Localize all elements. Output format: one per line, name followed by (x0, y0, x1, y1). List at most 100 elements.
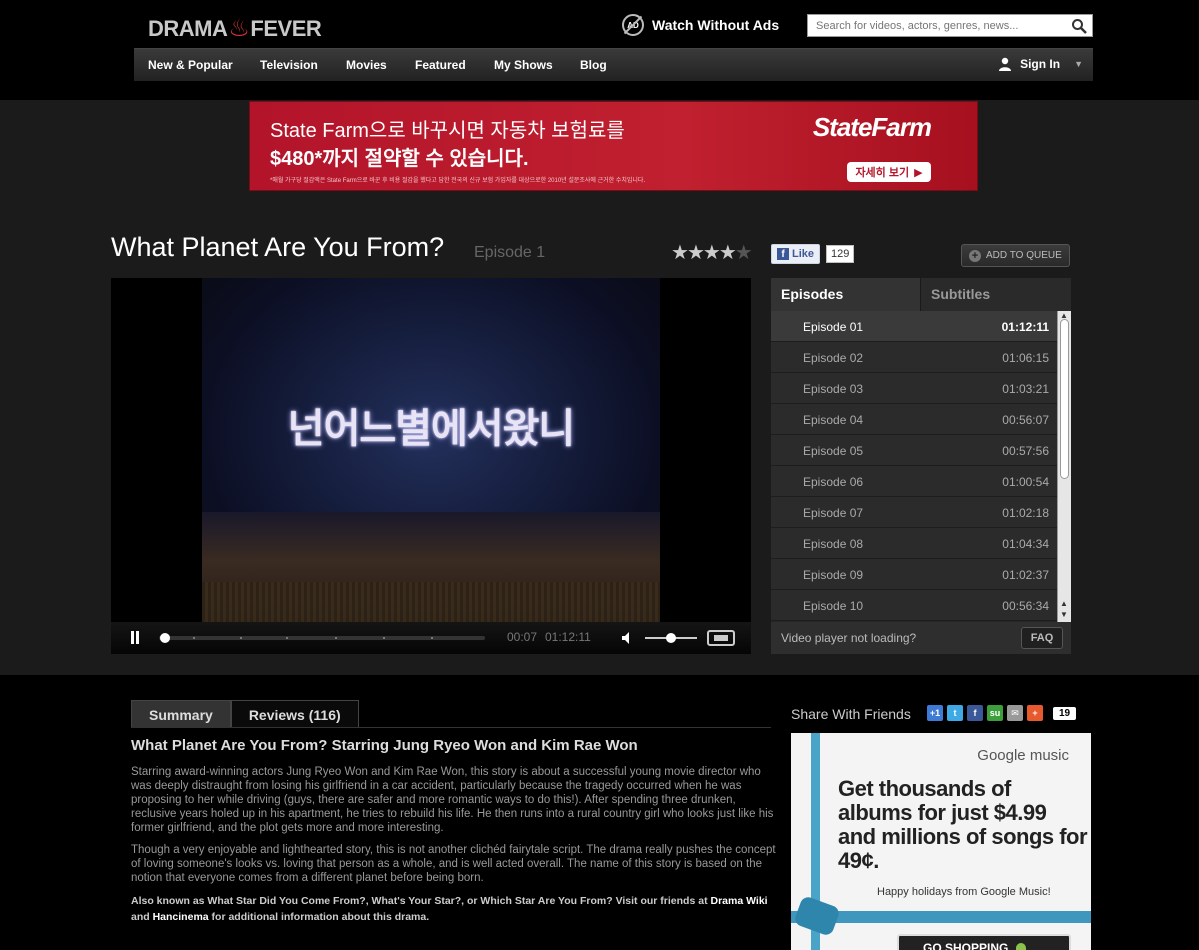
episode-row[interactable]: Episode 05 00:57:56 (771, 435, 1057, 466)
seek-handle[interactable] (159, 633, 170, 643)
volume-icon[interactable] (621, 631, 635, 645)
volume-handle[interactable] (666, 633, 676, 643)
ad-cta-label: 자세히 보기 (855, 167, 910, 179)
nav-television[interactable]: Television (260, 58, 318, 72)
scroll-up-icon[interactable]: ▲ (1060, 599, 1068, 608)
scroll-down-icon[interactable]: ▼ (1060, 610, 1068, 619)
episode-name: Episode 05 (803, 444, 864, 458)
panel-footer: Video player not loading? FAQ (771, 622, 1071, 654)
seek-bar[interactable] (159, 633, 485, 643)
nav-movies[interactable]: Movies (346, 58, 387, 72)
episode-row[interactable]: Episode 08 01:04:34 (771, 528, 1057, 559)
episode-label: Episode 1 (474, 244, 546, 261)
star-icon[interactable]: ★ (671, 242, 689, 264)
episode-row[interactable]: Episode 10 00:56:34 (771, 590, 1057, 621)
watch-without-ads-link[interactable]: AD Watch Without Ads (622, 14, 779, 36)
state-farm-logo: StateFarm (812, 112, 932, 142)
add-to-queue-label: ADD TO QUEUE (986, 250, 1062, 261)
video-title-card: 넌어느별에서왔니 (287, 407, 575, 451)
search-input[interactable] (808, 15, 1063, 36)
total-time: 01:12:11 (545, 630, 591, 644)
logo-text-right: FEVER (250, 16, 322, 41)
episode-row[interactable]: Episode 09 01:02:37 (771, 559, 1057, 590)
aka-and: and (131, 911, 150, 923)
chapter-mark (431, 637, 433, 639)
volume-slider[interactable] (645, 633, 697, 643)
summary-tabs: Summary Reviews (116) (131, 700, 359, 728)
star-icon[interactable]: ★ (687, 242, 705, 264)
facebook-icon: f (777, 248, 789, 260)
ad-learn-more-button[interactable]: 자세히 보기 ▶ (847, 162, 931, 182)
facebook-icon[interactable]: f (967, 705, 983, 721)
episode-list: Episode 01 01:12:11 Episode 02 01:06:15 Epis… (771, 311, 1057, 622)
star-icon[interactable]: ★ (719, 242, 737, 264)
star-icon[interactable]: ★ (735, 242, 753, 264)
current-time: 00:07 (507, 630, 538, 644)
show-title: What Planet Are You From? (111, 232, 445, 262)
google-music-ad[interactable]: Google music Get thousands of albums for… (791, 733, 1091, 950)
divider (131, 727, 771, 728)
sign-in-menu[interactable]: Sign In ▼ (998, 57, 1083, 71)
episode-duration: 01:04:34 (1002, 537, 1049, 551)
twitter-icon[interactable]: t (947, 705, 963, 721)
video-player[interactable]: 넌어느별에서왔니 (111, 278, 751, 622)
share-icons: +1 t f su ✉ +19 (927, 705, 1077, 721)
state-farm-ad[interactable]: State Farm으로 바꾸시면 자동차 보험료를 $480*까지 절약할 수… (249, 101, 978, 191)
episode-row[interactable]: Episode 06 01:00:54 (771, 466, 1057, 497)
faq-button[interactable]: FAQ (1021, 627, 1063, 649)
stumbleupon-icon[interactable]: su (987, 705, 1003, 721)
addthis-icon[interactable]: + (1027, 705, 1043, 721)
episode-name: Episode 09 (803, 568, 864, 582)
tab-summary[interactable]: Summary (131, 700, 231, 728)
nav-featured[interactable]: Featured (415, 58, 466, 72)
episode-row[interactable]: Episode 01 01:12:11 (771, 311, 1057, 342)
fullscreen-icon[interactable] (707, 630, 735, 646)
nav-my-shows[interactable]: My Shows (494, 58, 553, 72)
search-icon[interactable] (1071, 18, 1087, 34)
drama-wiki-link[interactable]: Drama Wiki (711, 895, 768, 907)
google-music-logo: Google music (977, 747, 1069, 764)
add-to-queue-button[interactable]: + ADD TO QUEUE (961, 244, 1070, 267)
tab-episodes[interactable]: Episodes (771, 278, 921, 311)
episode-row[interactable]: Episode 07 01:02:18 (771, 497, 1057, 528)
pause-icon[interactable] (130, 631, 140, 644)
aka-post: for additional information about this dr… (211, 911, 430, 923)
star-icon[interactable]: ★ (703, 242, 721, 264)
email-icon[interactable]: ✉ (1007, 705, 1023, 721)
nav-blog[interactable]: Blog (580, 58, 607, 72)
ad-headline-2: $480*까지 절약할 수 있습니다. (270, 148, 529, 170)
episode-duration: 00:56:34 (1002, 599, 1049, 613)
star-rating[interactable]: ★★★★★ (671, 240, 753, 265)
logo-text-left: DRAMA (148, 16, 228, 41)
episode-row[interactable]: Episode 04 00:56:07 (771, 404, 1057, 435)
player-not-loading-text: Video player not loading? (781, 631, 917, 645)
episodes-panel: Episodes Subtitles Episode 01 01:12:11 Epi… (771, 278, 1071, 654)
episode-name: Episode 02 (803, 351, 864, 365)
dramafever-logo[interactable]: DRAMA♨FEVER (148, 14, 322, 43)
episode-row[interactable]: Episode 03 01:03:21 (771, 373, 1057, 404)
episode-duration: 01:02:37 (1002, 568, 1049, 582)
chapter-mark (193, 637, 195, 639)
episode-name: Episode 01 (803, 320, 864, 334)
flame-icon: ♨ (228, 15, 250, 42)
episode-duration: 00:57:56 (1002, 444, 1049, 458)
chapter-mark (383, 637, 385, 639)
facebook-like-button[interactable]: f Like (771, 244, 821, 264)
scroll-thumb[interactable] (1060, 319, 1069, 479)
go-shopping-button[interactable]: GO SHOPPING (897, 934, 1071, 950)
facebook-like[interactable]: f Like 129 (771, 244, 855, 264)
hancinema-link[interactable]: Hancinema (153, 911, 209, 923)
episode-duration: 00:56:07 (1002, 413, 1049, 427)
episode-list-scrollbar[interactable]: ▲ ▲ ▼ (1057, 311, 1071, 622)
nav-new-popular[interactable]: New & Popular (148, 58, 233, 72)
google-plus-icon[interactable]: +1 (927, 705, 943, 721)
chevron-down-icon: ▼ (1074, 59, 1083, 69)
chapter-mark (240, 637, 242, 639)
episode-row[interactable]: Episode 02 01:06:15 (771, 342, 1057, 373)
tab-reviews[interactable]: Reviews (116) (230, 700, 359, 728)
episode-duration: 01:03:21 (1002, 382, 1049, 396)
ad-fine-print: *매월 가구당 절감액은 State Farm으로 바꾼 후 비용 절감을 했다… (270, 178, 646, 184)
search-box (807, 14, 1093, 37)
aka-text: Also known as What Star Did You Come Fro… (131, 895, 708, 907)
tab-subtitles[interactable]: Subtitles (921, 278, 1071, 311)
